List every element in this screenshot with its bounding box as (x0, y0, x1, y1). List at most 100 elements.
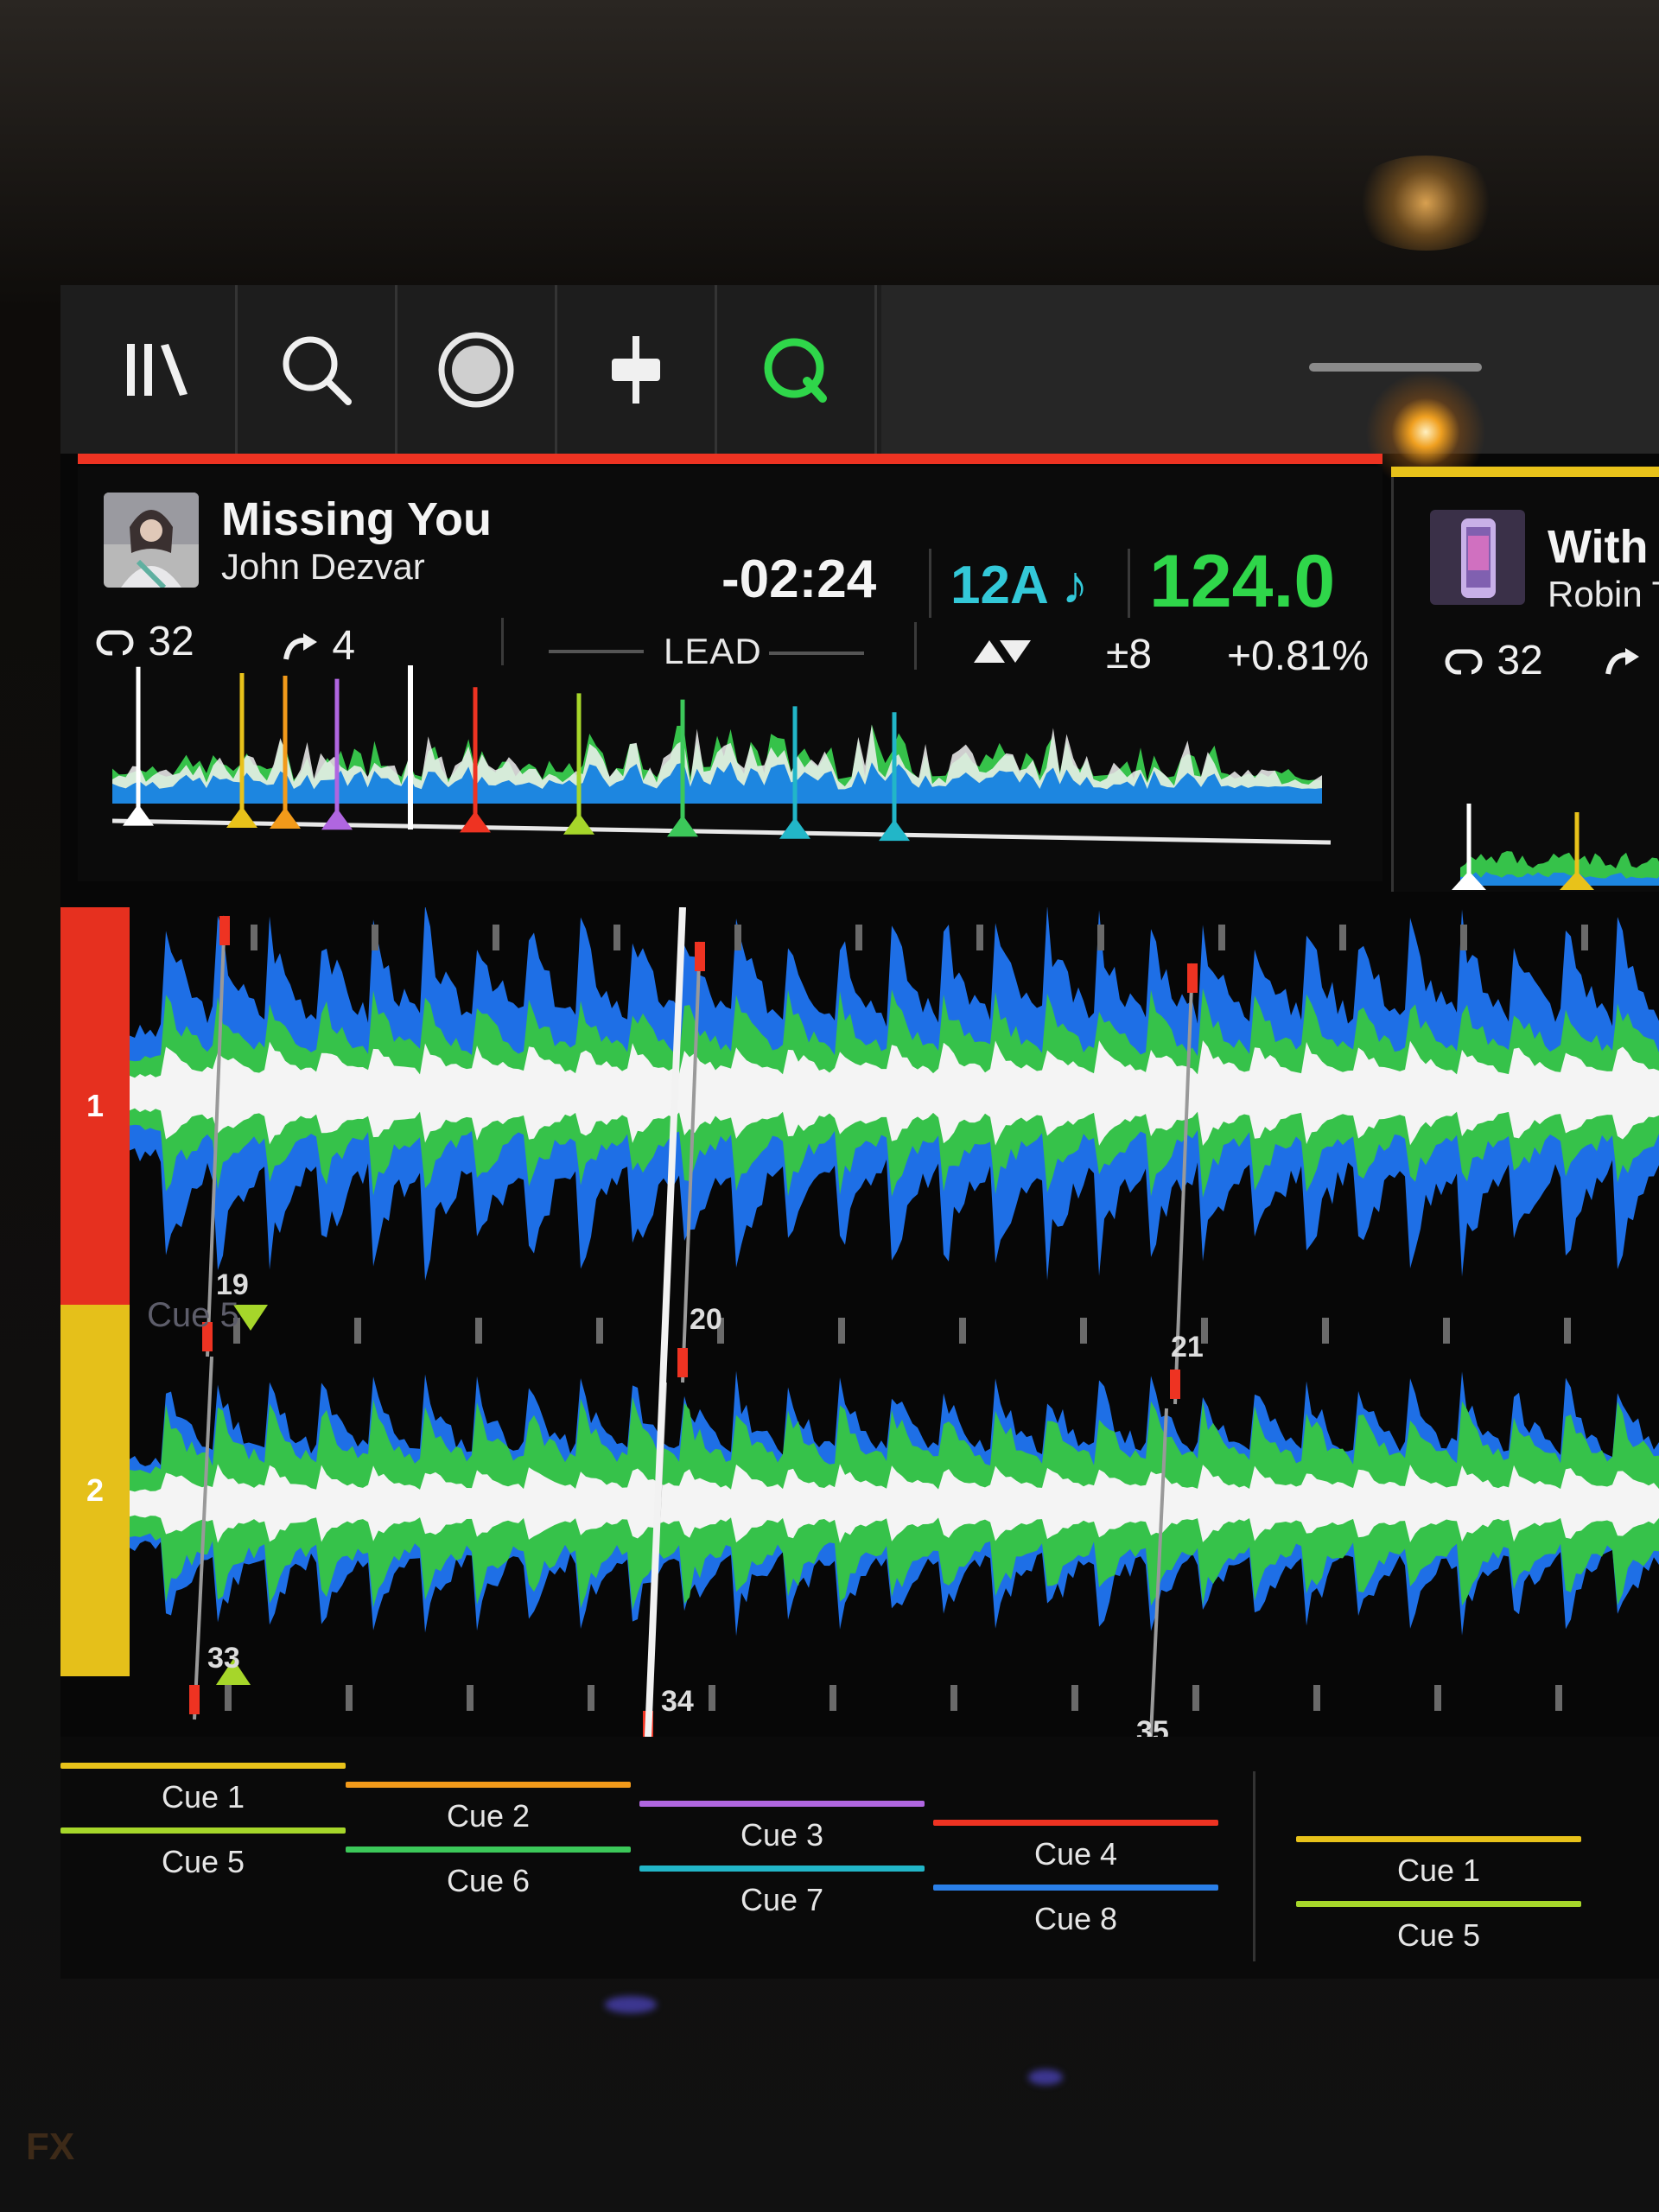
cue-marker-triangle (563, 812, 594, 835)
cue-marker-triangle (123, 804, 154, 826)
hot-cue-label: Cue 7 (740, 1882, 824, 1917)
deck-2-hot-cue-1[interactable]: Cue 1 (1296, 1836, 1581, 1889)
beat-grid-tick (613, 925, 620, 950)
search-icon (283, 336, 352, 405)
beat-grid-tick (1434, 1685, 1441, 1711)
downbeat-marker (677, 1348, 688, 1377)
hot-cue-color (933, 1885, 1218, 1891)
beat-grid-tick (976, 925, 983, 950)
deck-2-track-title: With Y (1548, 521, 1659, 573)
hot-cue-6[interactable]: Cue 6 (346, 1847, 631, 1899)
hot-cue-5[interactable]: Cue 5 (60, 1827, 346, 1880)
music-note-icon: ♪ (1061, 556, 1089, 615)
beat-grid-tick (1192, 1685, 1199, 1711)
deck-2-overview-waveform[interactable] (1408, 804, 1659, 899)
beat-marker-label: 33 (207, 1642, 240, 1675)
loop-size-value: 32 (1497, 638, 1543, 683)
cue-marker-triangle (226, 806, 257, 828)
device-screen: Missing You John Dezvar -02:24 12A ♪ 124… (60, 285, 1659, 1979)
hot-cue-1[interactable]: Cue 1 (60, 1763, 346, 1815)
deck-2-album-art (1430, 510, 1525, 605)
beat-grid-tick (830, 1685, 836, 1711)
loop-icon (1445, 649, 1483, 677)
record-button[interactable] (397, 285, 557, 454)
beat-grid-tick (225, 1685, 232, 1711)
hot-cue-8[interactable]: Cue 8 (933, 1885, 1218, 1937)
deck-2-number: 2 (86, 1472, 105, 1508)
beat-grid-tick (1097, 925, 1104, 950)
deck-divider (1253, 1771, 1255, 1961)
search-button[interactable] (238, 285, 397, 454)
deck-1-number: 1 (86, 1088, 105, 1123)
beat-grid-tick (1460, 925, 1467, 950)
beat-grid-tick (346, 1685, 353, 1711)
beat-grid-tick (709, 1685, 715, 1711)
beat-grid-tick (251, 925, 257, 950)
deck-1-color-bar (78, 454, 1382, 464)
deck-1-bpm[interactable]: 124.0 (1149, 539, 1335, 625)
fx-panel-label: FX (26, 2126, 75, 2168)
hot-cue-label: Cue 3 (740, 1817, 824, 1853)
deck-1-time-remaining[interactable]: -02:24 (721, 549, 876, 610)
cue-marker-triangle (779, 817, 810, 839)
beat-grid-tick (475, 1318, 482, 1344)
deck-1-artist: John Dezvar (221, 546, 425, 587)
hot-cue-color (1296, 1836, 1581, 1842)
beat-grid-tick (1581, 925, 1588, 950)
beat-jump-icon (1605, 648, 1639, 675)
deck-2-beat-jump[interactable] (1603, 637, 1643, 684)
quantize-button[interactable] (717, 285, 877, 454)
hot-cue-color (346, 1847, 631, 1853)
deck-2-loop-size[interactable]: 32 (1444, 637, 1543, 684)
beat-grid-tick (1339, 925, 1346, 950)
beat-grid-tick (1555, 1685, 1562, 1711)
led-reflection (605, 1996, 657, 2013)
hot-cue-label: Cue 1 (1396, 1853, 1481, 1888)
beat-grid-tick (1313, 1685, 1320, 1711)
hot-cue-color (60, 1827, 346, 1834)
beat-grid-tick (596, 1318, 603, 1344)
hot-cue-label: Cue 4 (1033, 1836, 1118, 1872)
hot-cue-color (346, 1782, 631, 1788)
hot-cue-label: Cue 2 (446, 1798, 531, 1834)
pitch-slider-button[interactable] (557, 285, 717, 454)
beat-grid-tick (950, 1685, 957, 1711)
beat-grid-tick (493, 925, 499, 950)
cue-point-label: Cue 5 (147, 1296, 239, 1334)
light-reflection (1348, 156, 1503, 251)
toolbar-empty-area (881, 285, 1659, 454)
beat-grid-tick (959, 1318, 966, 1344)
hot-cue-color (639, 1801, 925, 1807)
deck-2-lane-indicator[interactable]: 2 (60, 1305, 130, 1676)
library-button[interactable] (78, 285, 238, 454)
beat-grid-tick (1218, 925, 1225, 950)
header-divider (1128, 549, 1130, 618)
hot-cue-3[interactable]: Cue 3 (639, 1801, 925, 1853)
drag-handle[interactable] (1309, 363, 1482, 372)
library-icon (127, 343, 188, 396)
main-waveform-area[interactable]: 1 2 19 20 21 Cue 5 33 34 35 36 (60, 907, 1659, 1778)
hot-cue-color (60, 1763, 346, 1769)
hot-cue-color (1296, 1901, 1581, 1907)
hot-cue-bar: Cue 1 Cue 2 Cue 3 Cue 4 Cue 5 Cue 6 Cue … (60, 1737, 1659, 1979)
hot-cue-color (639, 1866, 925, 1872)
beat-grid-tick (1322, 1318, 1329, 1344)
beat-grid-tick (838, 1318, 845, 1344)
beat-grid-tick (855, 925, 862, 950)
deck-1-overview-waveform[interactable] (112, 648, 1348, 855)
deck-2-hot-cue-5[interactable]: Cue 5 (1296, 1901, 1581, 1954)
cue-marker-triangle (270, 807, 301, 829)
pitch-slider-icon (612, 335, 660, 404)
hot-cue-7[interactable]: Cue 7 (639, 1866, 925, 1918)
hot-cue-2[interactable]: Cue 2 (346, 1782, 631, 1834)
hot-cue-4[interactable]: Cue 4 (933, 1820, 1218, 1872)
beat-grid-tick (354, 1318, 361, 1344)
scrolling-waveform[interactable] (130, 907, 1659, 1737)
beat-marker-label: 21 (1171, 1331, 1204, 1363)
beat-grid-tick (1071, 1685, 1078, 1711)
header-divider (929, 549, 931, 618)
beat-grid-tick (372, 925, 378, 950)
deck-1-key[interactable]: 12A ♪ (950, 555, 1089, 616)
hot-cue-label: Cue 5 (1396, 1917, 1481, 1953)
deck-1-lane-indicator[interactable]: 1 (60, 907, 130, 1305)
